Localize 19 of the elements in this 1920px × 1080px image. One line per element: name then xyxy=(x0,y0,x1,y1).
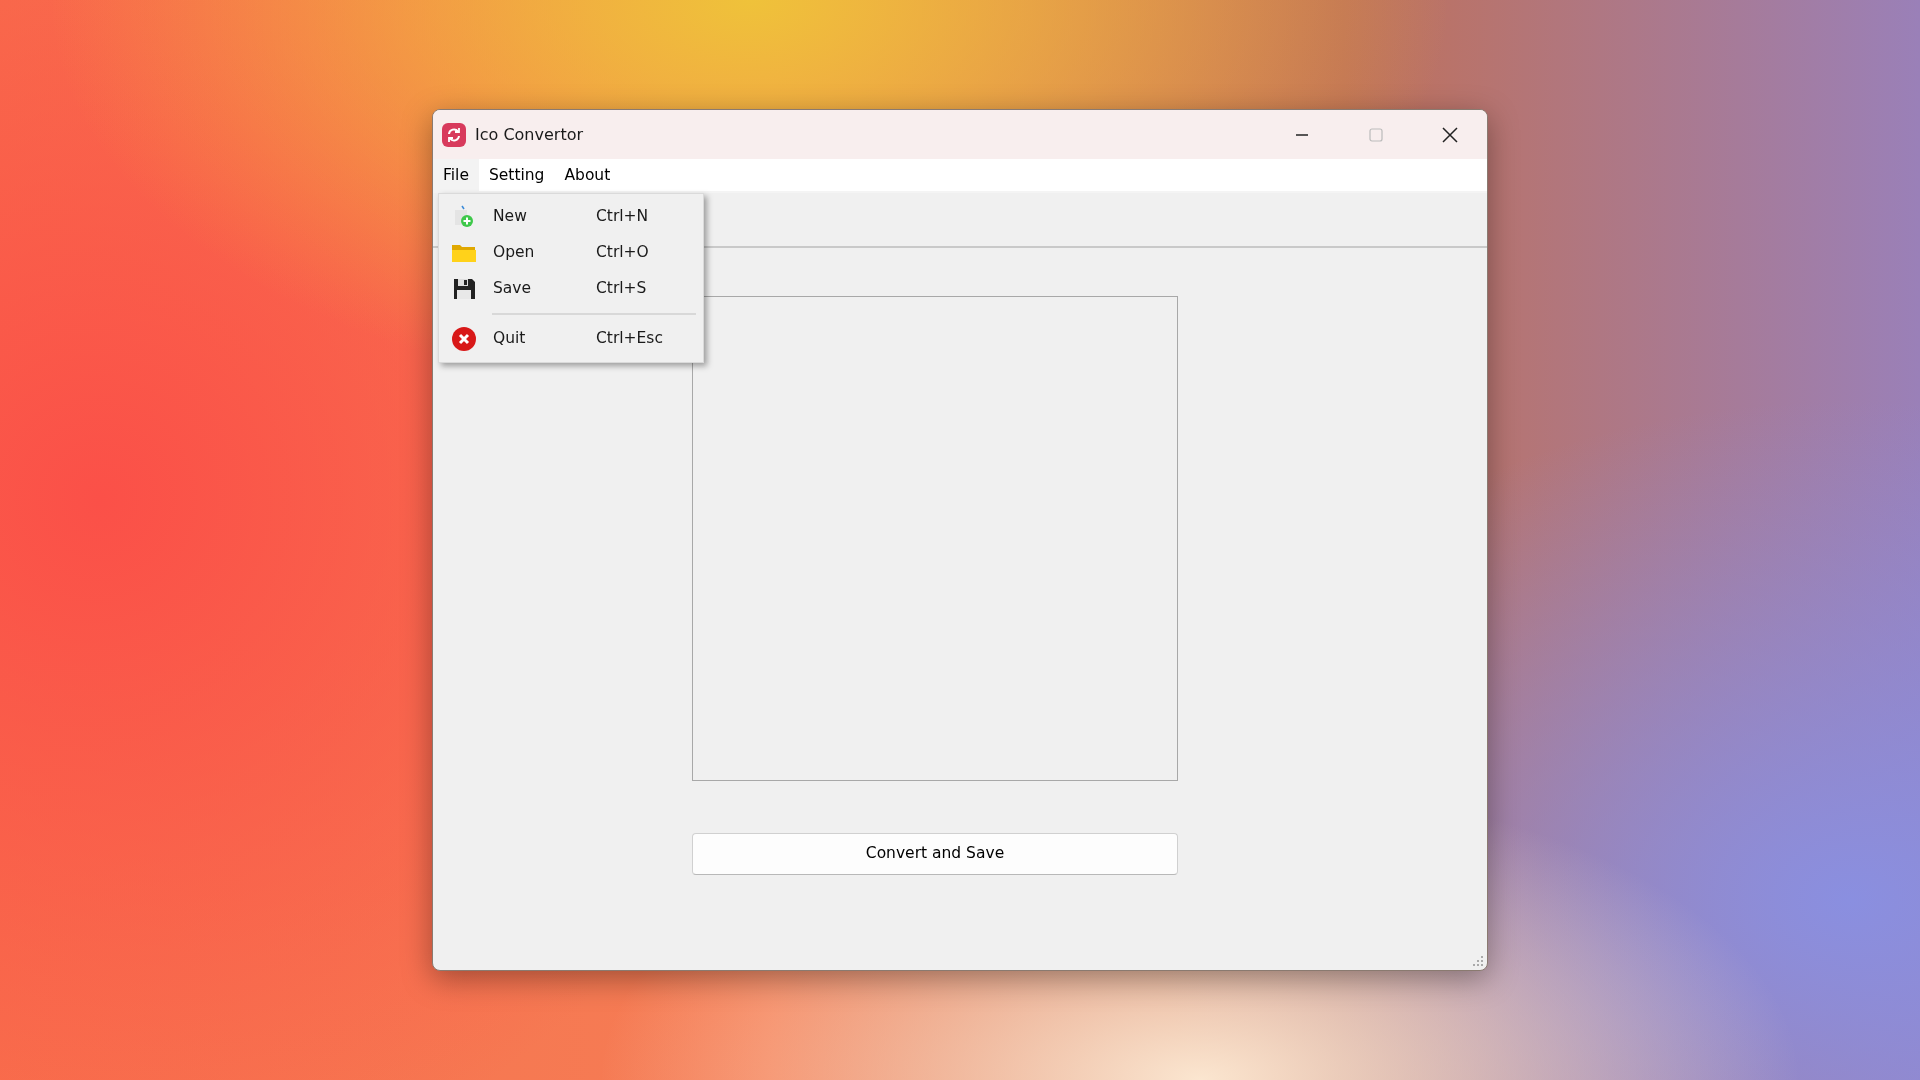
menu-entry[interactable]: Save xyxy=(486,277,596,301)
shortcut-label: Ctrl+Esc xyxy=(596,328,663,350)
document-plus-icon xyxy=(453,205,475,229)
convert-and-save-button[interactable]: Convert and Save xyxy=(692,833,1178,875)
menu-item[interactable]: File xyxy=(433,159,479,193)
menu-entry[interactable]: Quit xyxy=(486,327,596,351)
shortcut-label: Ctrl+S xyxy=(596,278,647,300)
menu-entry[interactable]: New xyxy=(486,205,596,229)
window-title: Ico Convertor xyxy=(475,123,584,146)
resize-grip-icon[interactable] xyxy=(1472,955,1484,967)
close-circle-icon xyxy=(451,326,477,352)
folder-icon xyxy=(451,242,477,264)
menu-item[interactable]: About xyxy=(554,159,621,193)
shortcut-label: Ctrl+O xyxy=(596,242,649,264)
menu-item[interactable]: Setting xyxy=(478,159,555,193)
close-icon[interactable] xyxy=(1441,125,1459,144)
menu-entry[interactable]: Open xyxy=(486,241,596,265)
app-icon xyxy=(441,121,467,148)
shortcut-label: Ctrl+N xyxy=(596,206,649,228)
